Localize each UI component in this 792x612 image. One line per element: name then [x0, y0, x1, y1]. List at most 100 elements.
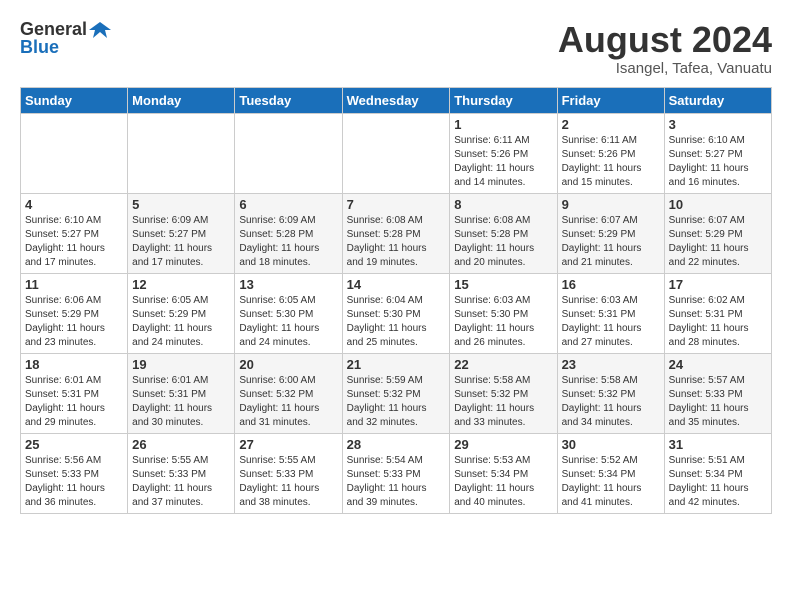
calendar-cell: 10 Sunrise: 6:07 AMSunset: 5:29 PMDayligh…: [664, 193, 771, 273]
calendar-cell: 12 Sunrise: 6:05 AMSunset: 5:29 PMDayligh…: [128, 273, 235, 353]
calendar-cell: 31Sunrise: 5:51 AMSunset: 5:34 PMDayligh…: [664, 433, 771, 513]
calendar-cell: 18Sunrise: 6:01 AMSunset: 5:31 PMDayligh…: [21, 353, 128, 433]
title-block: August 2024 Isangel, Tafea, Vanuatu: [558, 20, 772, 77]
calendar-cell: 5 Sunrise: 6:09 AMSunset: 5:27 PMDaylight…: [128, 193, 235, 273]
day-number: 19: [132, 357, 230, 372]
day-number: 25: [25, 437, 123, 452]
day-number: 22: [454, 357, 552, 372]
day-number: 3: [669, 117, 767, 132]
day-info: Sunrise: 6:04 AMSunset: 5:30 PMDaylight:…: [347, 294, 446, 350]
calendar-cell: 26Sunrise: 5:55 AMSunset: 5:33 PMDayligh…: [128, 433, 235, 513]
day-number: 21: [347, 357, 446, 372]
day-info: Sunrise: 6:08 AMSunset: 5:28 PMDaylight:…: [454, 214, 552, 270]
calendar-cell: 14Sunrise: 6:04 AMSunset: 5:30 PMDayligh…: [342, 273, 450, 353]
calendar-cell: 19 Sunrise: 6:01 AMSunset: 5:31 PMDayligh…: [128, 353, 235, 433]
day-info: Sunrise: 6:06 AMSunset: 5:29 PMDaylight:…: [25, 294, 123, 350]
day-info: Sunrise: 5:52 AMSunset: 5:34 PMDaylight:…: [562, 454, 660, 510]
logo-general: General: [20, 20, 87, 38]
day-number: 15: [454, 277, 552, 292]
day-number: 12: [132, 277, 230, 292]
page-header: General Blue August 2024 Isangel, Tafea,…: [20, 20, 772, 77]
day-number: 23: [562, 357, 660, 372]
day-info: Sunrise: 5:55 AMSunset: 5:33 PMDaylight:…: [239, 454, 337, 510]
day-info: Sunrise: 6:03 AMSunset: 5:30 PMDaylight:…: [454, 294, 552, 350]
calendar-cell: 25 Sunrise: 5:56 AMSunset: 5:33 PMDayligh…: [21, 433, 128, 513]
day-number: 5: [132, 197, 230, 212]
calendar-header-wednesday: Wednesday: [342, 87, 450, 113]
day-number: 11: [25, 277, 123, 292]
calendar-cell: 11 Sunrise: 6:06 AMSunset: 5:29 PMDayligh…: [21, 273, 128, 353]
calendar-cell: 23 Sunrise: 5:58 AMSunset: 5:32 PMDayligh…: [557, 353, 664, 433]
calendar-header-saturday: Saturday: [664, 87, 771, 113]
calendar-cell: [128, 113, 235, 193]
day-number: 17: [669, 277, 767, 292]
calendar-cell: 16 Sunrise: 6:03 AMSunset: 5:31 PMDayligh…: [557, 273, 664, 353]
logo-blue: Blue: [20, 38, 59, 56]
calendar-cell: 22 Sunrise: 5:58 AMSunset: 5:32 PMDayligh…: [450, 353, 557, 433]
day-number: 10: [669, 197, 767, 212]
calendar-cell: 21 Sunrise: 5:59 AMSunset: 5:32 PMDayligh…: [342, 353, 450, 433]
location: Isangel, Tafea, Vanuatu: [558, 60, 772, 77]
calendar-cell: 1Sunrise: 6:11 AMSunset: 5:26 PMDaylight…: [450, 113, 557, 193]
logo: General Blue: [20, 20, 111, 56]
calendar-week-row: 1 Sunrise: 6:11 AMSunset: 5:26 PMDaylight…: [21, 113, 772, 193]
day-number: 13: [239, 277, 337, 292]
calendar-header-row: SundayMondayTuesdayWednesdayThursdayFrid…: [21, 87, 772, 113]
day-number: 30: [562, 437, 660, 452]
day-info: Sunrise: 5:54 AMSunset: 5:33 PMDaylight:…: [347, 454, 446, 510]
day-number: 16: [562, 277, 660, 292]
day-number: 9: [562, 197, 660, 212]
day-info: Sunrise: 6:02 AMSunset: 5:31 PMDaylight:…: [669, 294, 767, 350]
calendar-cell: 2Sunrise: 6:11 AMSunset: 5:26 PMDaylight…: [557, 113, 664, 193]
calendar-cell: 17 Sunrise: 6:02 AMSunset: 5:31 PMDayligh…: [664, 273, 771, 353]
day-info: Sunrise: 5:56 AMSunset: 5:33 PMDaylight:…: [25, 454, 123, 510]
calendar-week-row: 4 Sunrise: 6:10 AMSunset: 5:27 PMDaylight…: [21, 193, 772, 273]
day-info: Sunrise: 6:11 AMSunset: 5:26 PMDaylight:…: [562, 134, 660, 190]
day-info: Sunrise: 6:05 AMSunset: 5:29 PMDaylight:…: [132, 294, 230, 350]
day-info: Sunrise: 5:55 AMSunset: 5:33 PMDaylight:…: [132, 454, 230, 510]
day-info: Sunrise: 5:58 AMSunset: 5:32 PMDaylight:…: [562, 374, 660, 430]
day-number: 24: [669, 357, 767, 372]
day-info: Sunrise: 6:03 AMSunset: 5:31 PMDaylight:…: [562, 294, 660, 350]
calendar-cell: 28Sunrise: 5:54 AMSunset: 5:33 PMDayligh…: [342, 433, 450, 513]
calendar-cell: 4 Sunrise: 6:10 AMSunset: 5:27 PMDaylight…: [21, 193, 128, 273]
calendar-cell: 7 Sunrise: 6:08 AMSunset: 5:28 PMDaylight…: [342, 193, 450, 273]
calendar-week-row: 18 Sunrise: 6:01 AMSunset: 5:31 PMDayligh…: [21, 353, 772, 433]
day-info: Sunrise: 6:08 AMSunset: 5:28 PMDaylight:…: [347, 214, 446, 270]
day-info: Sunrise: 5:57 AMSunset: 5:33 PMDaylight:…: [669, 374, 767, 430]
calendar-header-friday: Friday: [557, 87, 664, 113]
calendar-cell: 9Sunrise: 6:07 AMSunset: 5:29 PMDaylight…: [557, 193, 664, 273]
day-number: 8: [454, 197, 552, 212]
day-info: Sunrise: 6:09 AMSunset: 5:27 PMDaylight:…: [132, 214, 230, 270]
calendar-cell: [235, 113, 342, 193]
day-number: 4: [25, 197, 123, 212]
day-number: 29: [454, 437, 552, 452]
day-info: Sunrise: 5:59 AMSunset: 5:32 PMDaylight:…: [347, 374, 446, 430]
day-info: Sunrise: 5:53 AMSunset: 5:34 PMDaylight:…: [454, 454, 552, 510]
calendar-cell: 27 Sunrise: 5:55 AMSunset: 5:33 PMDayligh…: [235, 433, 342, 513]
day-number: 18: [25, 357, 123, 372]
day-info: Sunrise: 6:10 AMSunset: 5:27 PMDaylight:…: [25, 214, 123, 270]
day-info: Sunrise: 5:58 AMSunset: 5:32 PMDaylight:…: [454, 374, 552, 430]
calendar-cell: 3 Sunrise: 6:10 AMSunset: 5:27 PMDaylight…: [664, 113, 771, 193]
day-info: Sunrise: 6:00 AMSunset: 5:32 PMDaylight:…: [239, 374, 337, 430]
calendar-header-sunday: Sunday: [21, 87, 128, 113]
logo-bird-icon: [89, 20, 111, 38]
calendar-week-row: 25 Sunrise: 5:56 AMSunset: 5:33 PMDayligh…: [21, 433, 772, 513]
calendar-header-thursday: Thursday: [450, 87, 557, 113]
day-number: 6: [239, 197, 337, 212]
calendar-cell: 24 Sunrise: 5:57 AMSunset: 5:33 PMDayligh…: [664, 353, 771, 433]
day-info: Sunrise: 6:10 AMSunset: 5:27 PMDaylight:…: [669, 134, 767, 190]
calendar-cell: 30 Sunrise: 5:52 AMSunset: 5:34 PMDayligh…: [557, 433, 664, 513]
day-number: 7: [347, 197, 446, 212]
day-info: Sunrise: 6:01 AMSunset: 5:31 PMDaylight:…: [132, 374, 230, 430]
calendar-cell: 13 Sunrise: 6:05 AMSunset: 5:30 PMDayligh…: [235, 273, 342, 353]
calendar-cell: [21, 113, 128, 193]
calendar-cell: 8 Sunrise: 6:08 AMSunset: 5:28 PMDaylight…: [450, 193, 557, 273]
day-number: 1: [454, 117, 552, 132]
day-number: 27: [239, 437, 337, 452]
day-info: Sunrise: 6:07 AMSunset: 5:29 PMDaylight:…: [669, 214, 767, 270]
day-info: Sunrise: 6:05 AMSunset: 5:30 PMDaylight:…: [239, 294, 337, 350]
calendar-cell: 6Sunrise: 6:09 AMSunset: 5:28 PMDaylight…: [235, 193, 342, 273]
calendar-cell: 15 Sunrise: 6:03 AMSunset: 5:30 PMDayligh…: [450, 273, 557, 353]
